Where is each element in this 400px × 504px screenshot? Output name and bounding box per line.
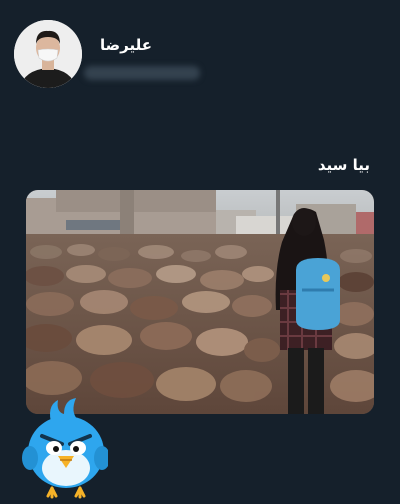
user-avatar-icon [14, 20, 82, 88]
sheep-flock-photo-icon [26, 190, 374, 414]
tweet-text: بیا سید [317, 156, 370, 174]
display-name[interactable]: علیرضا [100, 36, 152, 54]
angry-blue-twitter-bird-icon [22, 396, 110, 500]
tweet-photo[interactable] [26, 190, 374, 414]
blurred-handle [84, 66, 200, 80]
profile-avatar[interactable] [14, 20, 82, 88]
